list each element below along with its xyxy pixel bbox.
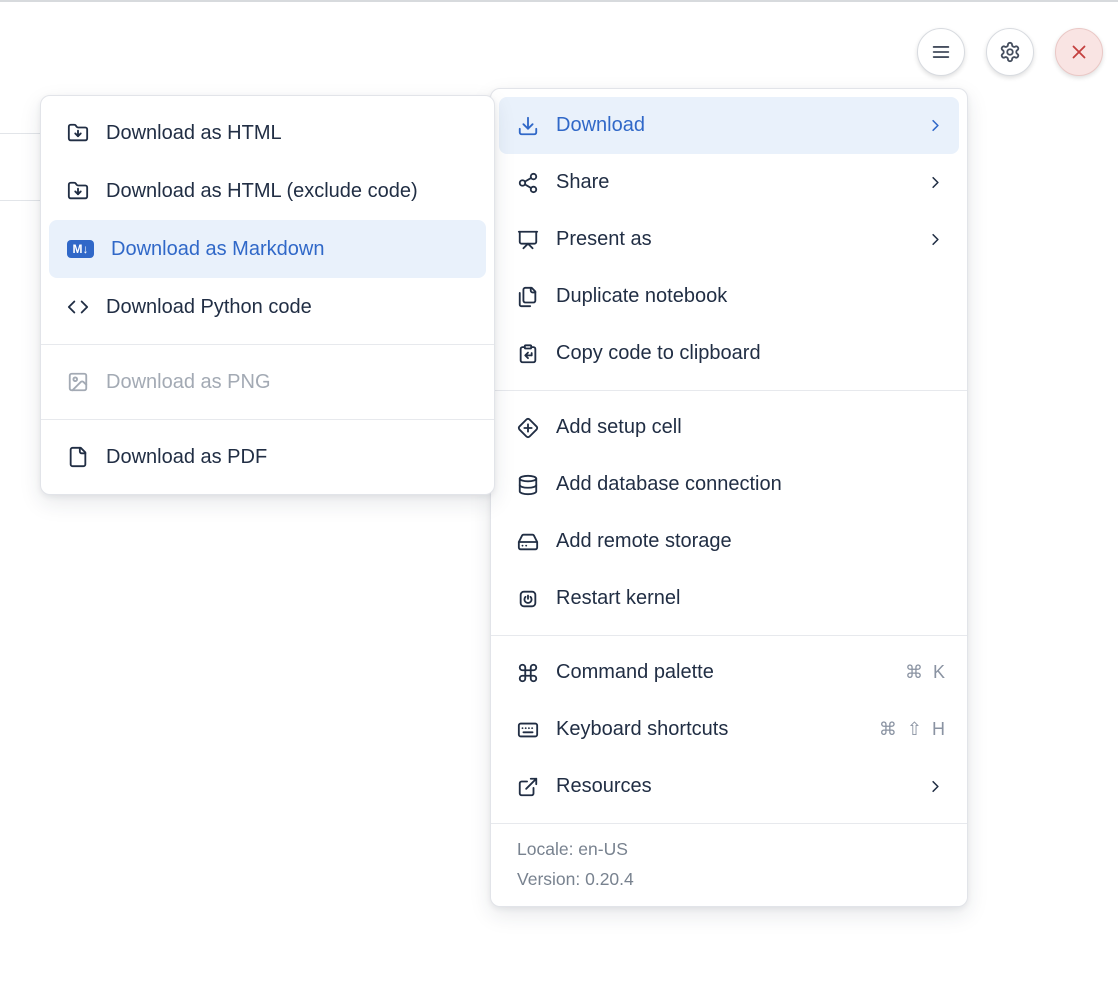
shortcut-key: ⇧ xyxy=(907,719,922,740)
shortcut-hint: ⌘K xyxy=(905,662,945,683)
menu-item-label: Duplicate notebook xyxy=(556,285,727,308)
menu-footer: Locale: en-US Version: 0.20.4 xyxy=(491,823,967,906)
chevron-right-icon xyxy=(926,116,945,135)
menu-item-label: Add database connection xyxy=(556,473,782,496)
shortcut-hint: ⌘ ⇧ H xyxy=(879,719,945,740)
menu-item-label: Download as HTML xyxy=(106,122,282,145)
menu-item-add-database-connection[interactable]: Add database connection xyxy=(491,456,967,513)
diamond-plus-icon xyxy=(517,417,539,439)
menu-item-keyboard-shortcuts[interactable]: Keyboard shortcuts ⌘ ⇧ H xyxy=(491,701,967,758)
shortcut-key: ⌘ xyxy=(905,662,923,683)
close-icon xyxy=(1068,41,1090,63)
menu-item-download-as-pdf[interactable]: Download as PDF xyxy=(41,428,494,486)
folder-down-icon xyxy=(67,122,89,144)
menu-item-add-setup-cell[interactable]: Add setup cell xyxy=(491,399,967,456)
menu-item-label: Share xyxy=(556,171,609,194)
menu-item-restart-kernel[interactable]: Restart kernel xyxy=(491,570,967,627)
square-power-icon xyxy=(517,588,539,610)
chevron-right-icon xyxy=(926,777,945,796)
download-submenu: Download as HTML Download as HTML (exclud… xyxy=(40,95,495,495)
menu-item-command-palette[interactable]: Command palette⌘K xyxy=(491,644,967,701)
presentation-icon xyxy=(517,229,539,251)
notebook-actions-menu-groups: Download Share Present as Duplicate noteboo… xyxy=(491,89,967,823)
file-icon xyxy=(67,446,89,468)
menu-item-download[interactable]: Download xyxy=(499,97,959,154)
menu-item-label: Download as PNG xyxy=(106,371,271,394)
image-icon xyxy=(67,371,89,393)
menu-item-resources[interactable]: Resources xyxy=(491,758,967,815)
menu-item-label: Restart kernel xyxy=(556,587,681,610)
menu-item-label: Add remote storage xyxy=(556,530,732,553)
keyboard-icon xyxy=(517,719,539,741)
chevron-right-icon xyxy=(926,173,945,192)
database-icon xyxy=(517,474,539,496)
external-link-icon xyxy=(517,776,539,798)
menu-item-label: Present as xyxy=(556,228,652,251)
menu-item-copy-code-to-clipboard[interactable]: Copy code to clipboard xyxy=(491,325,967,382)
settings-button[interactable] xyxy=(986,28,1034,76)
menu-item-add-remote-storage[interactable]: Add remote storage xyxy=(491,513,967,570)
menu-item-label: Download Python code xyxy=(106,296,312,319)
menu-item-label: Download as HTML (exclude code) xyxy=(106,180,418,203)
menu-item-duplicate-notebook[interactable]: Duplicate notebook xyxy=(491,268,967,325)
menu-item-label: Download xyxy=(556,114,645,137)
folder-down-icon xyxy=(67,180,89,202)
menu-item-download-as-markdown[interactable]: M↓ Download as Markdown xyxy=(49,220,486,278)
markdown-badge-icon: M↓ xyxy=(67,240,94,258)
top-border-line xyxy=(0,0,1118,2)
menu-item-label: Keyboard shortcuts xyxy=(556,718,728,741)
menu-item-share[interactable]: Share xyxy=(491,154,967,211)
menu-item-download-as-png: Download as PNG xyxy=(41,353,494,411)
code-icon xyxy=(67,296,89,318)
version-text: Version: 0.20.4 xyxy=(517,864,941,894)
menu-group: Download as HTML Download as HTML (exclud… xyxy=(41,96,494,344)
menu-item-label: Command palette xyxy=(556,661,714,684)
background-cell-line xyxy=(0,200,42,201)
close-button[interactable] xyxy=(1055,28,1103,76)
notebook-actions-menu: Download Share Present as Duplicate noteboo… xyxy=(490,88,968,907)
command-icon xyxy=(517,662,539,684)
menu-item-download-as-html-exclude-code[interactable]: Download as HTML (exclude code) xyxy=(41,162,494,220)
menu-item-label: Download as Markdown xyxy=(111,238,324,261)
menu-item-label: Add setup cell xyxy=(556,416,682,439)
menu-item-download-as-html[interactable]: Download as HTML xyxy=(41,104,494,162)
chevron-right-icon xyxy=(926,230,945,249)
menu-group: Download as PDF xyxy=(41,420,494,494)
menu-item-label: Download as PDF xyxy=(106,446,267,469)
shortcut-key: H xyxy=(932,719,945,740)
shortcut-key: K xyxy=(933,662,945,683)
menu-icon xyxy=(930,41,952,63)
app-background: Download Share Present as Duplicate noteboo… xyxy=(0,0,1118,984)
download-submenu-groups: Download as HTML Download as HTML (exclud… xyxy=(41,96,494,494)
menu-button[interactable] xyxy=(917,28,965,76)
locale-text: Locale: en-US xyxy=(517,834,941,864)
files-icon xyxy=(517,286,539,308)
menu-group: Command palette⌘KKeyboard shortcuts⌘⇧HRe… xyxy=(491,636,967,823)
download-icon xyxy=(517,115,539,137)
menu-group: Add setup cell Add database connection Add… xyxy=(491,391,967,635)
hard-drive-icon xyxy=(517,531,539,553)
menu-item-label: Copy code to clipboard xyxy=(556,342,761,365)
clipboard-copy-icon xyxy=(517,343,539,365)
background-cell-line xyxy=(0,133,42,134)
settings-icon xyxy=(999,41,1021,63)
menu-item-label: Resources xyxy=(556,775,652,798)
menu-group: Download Share Present as Duplicate noteboo… xyxy=(491,89,967,390)
menu-item-download-python-code[interactable]: Download Python code xyxy=(41,278,494,336)
shortcut-key: ⌘ xyxy=(879,719,897,740)
menu-item-present-as[interactable]: Present as xyxy=(491,211,967,268)
menu-group: Download as PNG xyxy=(41,345,494,419)
share-2-icon xyxy=(517,172,539,194)
